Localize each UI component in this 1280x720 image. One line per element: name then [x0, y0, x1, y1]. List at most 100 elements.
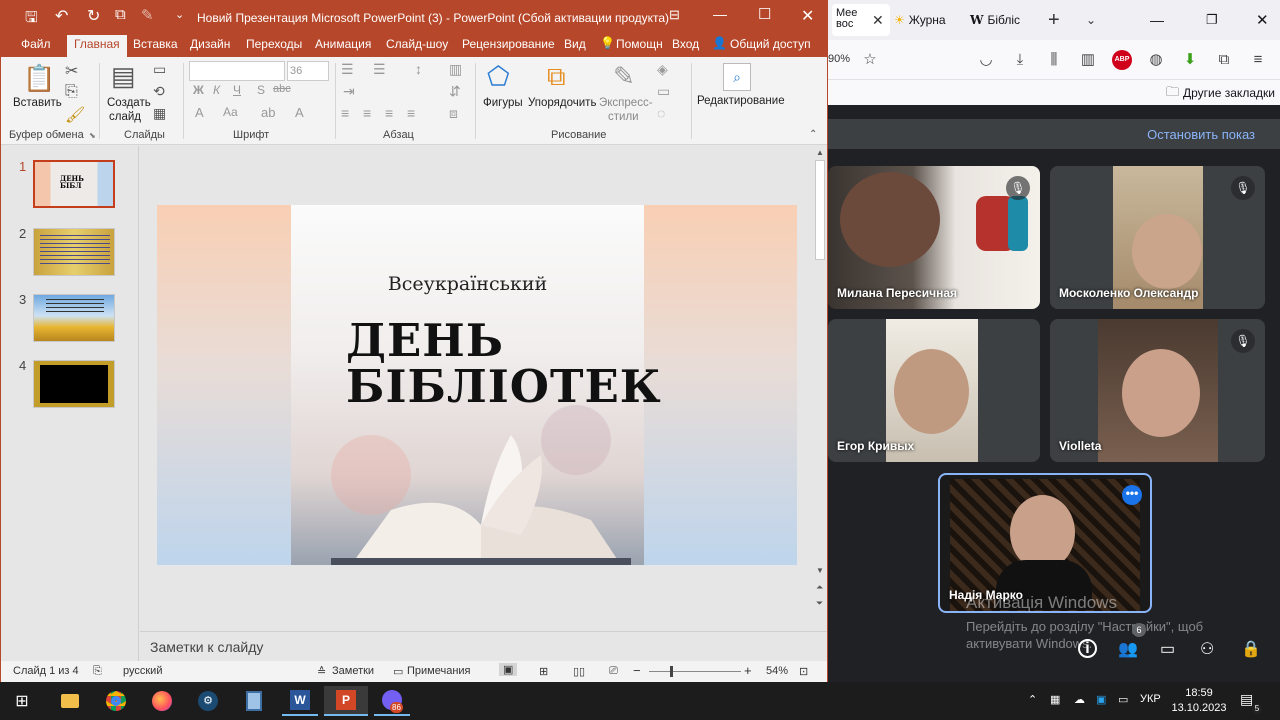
tab-slideshow[interactable]: Слайд-шоу [386, 37, 448, 51]
calculator-icon[interactable] [236, 686, 272, 716]
slide-sorter-icon[interactable]: ⊞ [539, 665, 548, 678]
powerpoint-icon[interactable]: P [324, 686, 368, 716]
quick-styles-button-line1[interactable]: Экспресс- [599, 97, 653, 109]
notes-toggle[interactable]: Заметки [332, 665, 374, 677]
zoom-in-icon[interactable]: + [744, 663, 752, 678]
stop-presenting-button[interactable]: Остановить показ [1147, 127, 1255, 142]
more-options-icon[interactable]: ••• [1122, 485, 1142, 505]
text-direction-icon[interactable]: ⇵ [449, 83, 461, 100]
paste-button[interactable]: Вставить [13, 97, 62, 109]
fit-to-window-icon[interactable]: ⊡ [799, 665, 808, 678]
section-icon[interactable]: ▦ [153, 105, 166, 122]
font-size-dropdown[interactable]: 36 [287, 61, 329, 81]
participant-tile[interactable]: 🎙 Violleta [1050, 319, 1265, 462]
slide-title[interactable]: ДЕНЬ БІБЛІОТЕК [346, 318, 662, 410]
change-case-icon[interactable]: Aa [223, 105, 238, 119]
download-icon[interactable]: ⤓ [1010, 50, 1030, 70]
shape-effects-icon[interactable]: ◌ [657, 105, 665, 121]
new-tab-button[interactable]: + [1048, 4, 1060, 36]
quick-styles-icon[interactable]: ✎ [613, 61, 635, 92]
tab-home[interactable]: Главная [67, 35, 127, 57]
shape-outline-icon[interactable]: ▭ [657, 83, 670, 100]
close-window-icon[interactable]: ✕ [1256, 11, 1269, 29]
vertical-scrollbar[interactable]: ▲ ▼ ⏶ ⏷ [813, 146, 827, 630]
previous-slide-icon[interactable]: ⏶ [816, 582, 823, 593]
clock[interactable]: 18:59 13.10.2023 [1170, 686, 1228, 716]
align-center-icon[interactable]: ≡ [363, 105, 371, 121]
notifications-icon[interactable]: ▤ [1240, 691, 1253, 708]
undo-icon[interactable]: ↶ [55, 6, 68, 26]
close-icon[interactable]: ✕ [872, 13, 884, 27]
extensions-icon[interactable]: ⧉ [1214, 50, 1234, 70]
copy-icon[interactable]: ⎘ [65, 83, 78, 101]
globe-icon[interactable]: ◍ [1146, 50, 1166, 70]
editing-button[interactable]: Редактирование [697, 95, 785, 107]
highlight-icon[interactable]: ab [261, 105, 275, 120]
firefox-icon[interactable] [144, 686, 180, 716]
slideshow-view-icon[interactable]: ⎚ [609, 665, 618, 678]
normal-view-icon[interactable]: ▣ [499, 663, 518, 676]
reading-view-icon[interactable]: ▯▯ [573, 665, 585, 678]
shadow-icon[interactable]: S [257, 83, 265, 97]
zoom-level[interactable]: 54% [766, 665, 788, 677]
browser-tab-library[interactable]: W Бібліс [970, 4, 1050, 36]
word-icon[interactable]: W [282, 686, 318, 716]
cut-icon[interactable]: ✂ [65, 61, 78, 81]
slide-thumbnail-4[interactable] [33, 360, 115, 408]
language-indicator[interactable]: русский [123, 665, 162, 677]
zoom-indicator[interactable]: 90% [828, 53, 850, 65]
tell-me-search[interactable]: Помощн [616, 37, 663, 51]
pocket-icon[interactable]: ◡ [976, 50, 996, 70]
draw-icon[interactable]: ✎ [141, 6, 154, 24]
shapes-icon[interactable]: ⬠ [487, 61, 510, 92]
bullets-icon[interactable]: ☰ [341, 61, 354, 78]
align-right-icon[interactable]: ≡ [385, 105, 393, 121]
tab-transitions[interactable]: Переходы [246, 37, 302, 51]
slide-thumbnail-3[interactable] [33, 294, 115, 342]
self-view-tile[interactable]: ••• Надія Марко [938, 473, 1152, 613]
scroll-down-icon[interactable]: ▼ [816, 566, 824, 575]
slide-thumbnail-1[interactable]: ДЕНЬ БІБЛ [33, 160, 115, 208]
redo-icon[interactable]: ↻ [87, 6, 100, 26]
shape-fill-icon[interactable]: ◈ [657, 61, 668, 78]
tab-view[interactable]: Вид [564, 37, 586, 51]
underline-icon[interactable]: Ч [233, 83, 241, 97]
justify-icon[interactable]: ≡ [407, 105, 415, 121]
host-controls-icon[interactable]: 🔒 [1241, 639, 1261, 659]
bold-icon[interactable]: Ж [193, 83, 204, 97]
battery-icon[interactable]: ▭ [1118, 693, 1128, 706]
numbering-icon[interactable]: ☰ [373, 61, 386, 78]
menu-icon[interactable]: ≡ [1248, 50, 1268, 70]
align-left-icon[interactable]: ≡ [341, 105, 349, 121]
font-color-icon[interactable]: A [295, 105, 304, 120]
italic-icon[interactable]: К [213, 83, 220, 97]
tab-review[interactable]: Рецензирование [462, 37, 555, 51]
maximize-icon[interactable]: ☐ [758, 5, 771, 23]
smartart-icon[interactable]: ⧈ [449, 105, 458, 122]
steam-icon[interactable]: ⚙ [190, 686, 226, 716]
star-bookmark-icon[interactable]: ☆ [860, 50, 880, 70]
find-icon[interactable]: ⌕ [723, 63, 751, 91]
new-slide-icon[interactable]: ▤ [111, 61, 136, 92]
scroll-thumb[interactable] [815, 160, 825, 260]
indent-icon[interactable]: ⇥ [343, 83, 355, 100]
slide-counter[interactable]: Слайд 1 из 4 [13, 665, 79, 677]
activities-icon[interactable]: ⚇ [1200, 639, 1214, 659]
slide-canvas[interactable]: Всеукраїнський ДЕНЬ БІБЛІОТЕК [157, 205, 797, 565]
slide-thumbnail-2[interactable] [33, 228, 115, 276]
minimize-icon[interactable]: — [1150, 12, 1164, 28]
network-icon[interactable]: ▣ [1096, 693, 1106, 706]
new-slide-button-line2[interactable]: слайд [109, 111, 141, 123]
show-hidden-icons-icon[interactable]: ⌃ [1028, 693, 1037, 706]
file-explorer-icon[interactable] [52, 686, 88, 716]
browser-tab-meet[interactable]: Mee вос ✕ [832, 4, 890, 36]
dialog-launcher-icon[interactable]: ⬊ [89, 131, 96, 140]
language-indicator[interactable]: УКР [1140, 693, 1161, 705]
arrange-icon[interactable]: ⧉ [547, 61, 566, 93]
restore-icon[interactable]: ❐ [1206, 12, 1218, 28]
participant-tile[interactable]: 🎙 Милана Пересичная [828, 166, 1040, 309]
participant-tile[interactable]: 🎙 Москоленко Олександр [1050, 166, 1265, 309]
tab-animations[interactable]: Анимация [315, 37, 371, 51]
customize-qat-icon[interactable]: ⌄ [175, 8, 184, 21]
adblock-icon[interactable]: ABP [1112, 50, 1132, 70]
